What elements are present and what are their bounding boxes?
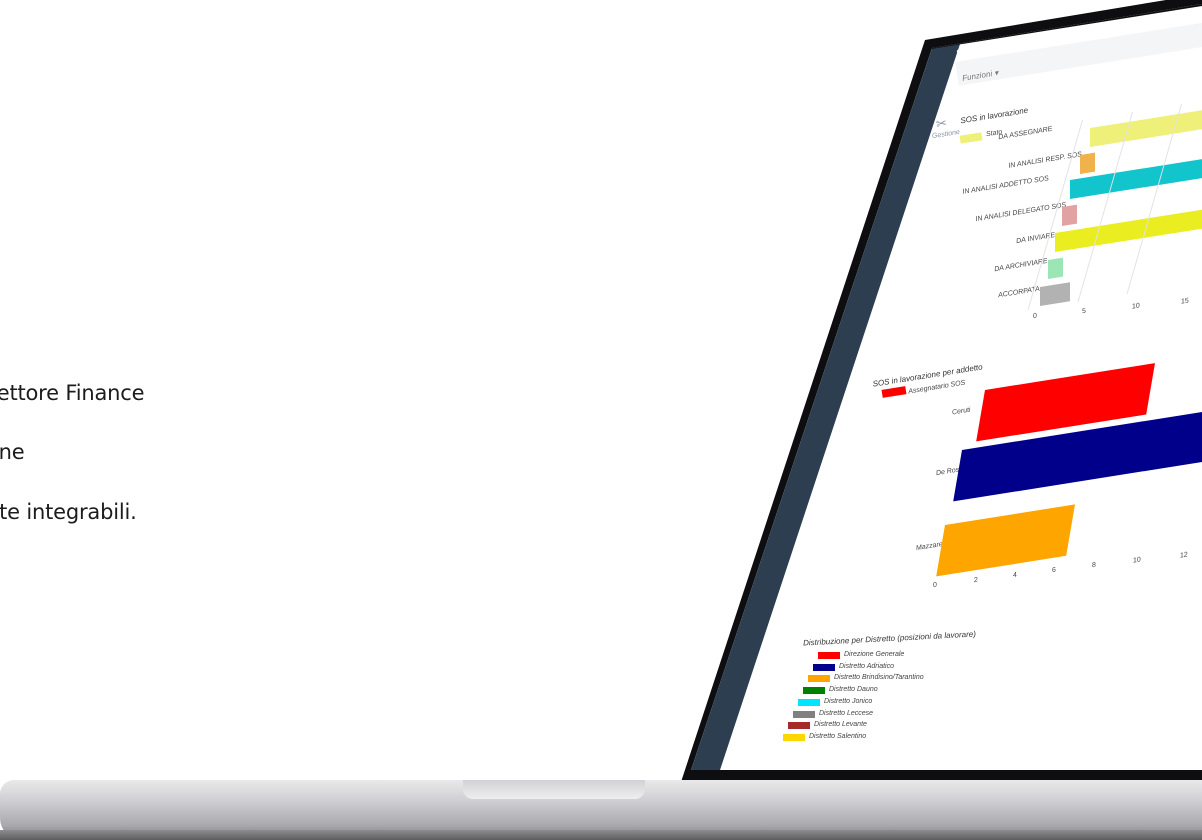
chart1-bar	[1080, 152, 1095, 174]
chart1-tick-label: 0	[1032, 312, 1038, 321]
menu-item-edit[interactable]: Edit	[1019, 35, 1040, 50]
chart2-tick-label: 12	[1179, 551, 1189, 560]
sidebar-gestione-label[interactable]: Gestione	[932, 129, 961, 140]
chart2-legend-swatch	[881, 386, 907, 398]
chart2-tick-label: 4	[1012, 571, 1018, 580]
chart1-title: SOS in lavorazione	[959, 105, 1029, 126]
chart1-legend-swatch	[959, 132, 983, 144]
laptop-screen: Safari File Edit View History Bookmarks De Fun…	[691, 4, 1202, 770]
chart2-tick-label: 2	[973, 576, 979, 585]
chart1-bar	[1062, 204, 1077, 226]
chart1-bar	[1090, 68, 1202, 147]
chart3-legend-label: Distretto Leccese	[819, 709, 874, 717]
chart3-legend-swatch	[798, 698, 820, 706]
chart1-category-label: IN ANALISI ADDETTO SOS	[961, 175, 1050, 196]
chart2-tick-label: 10	[1132, 556, 1142, 565]
chart3-legend-label: Distretto Salentino	[809, 732, 867, 740]
chart2-tick-label: 8	[1091, 561, 1097, 570]
chart2-category-label: Ceruti	[951, 406, 972, 417]
chart1-category-label: DA ASSEGNARE	[997, 125, 1053, 142]
menu-item-file[interactable]: File	[992, 39, 1011, 54]
chart3-legend-label: Direzione Generale	[844, 651, 905, 658]
chart3-legend-label: Distretto Adriatico	[839, 662, 894, 670]
chart2-legend-label: Assegnatario SOS	[907, 379, 966, 396]
marketing-line-1: settore Finance	[0, 381, 145, 405]
chart1-tick-label: 10	[1131, 302, 1141, 311]
chart2-tick-label: 0	[932, 581, 938, 590]
chart1-bar	[1048, 257, 1063, 279]
chart1-bar	[1040, 282, 1070, 306]
chart3-legend-label: Distretto Jonico	[824, 697, 873, 705]
chart3-legend-swatch	[818, 652, 840, 659]
chart3-legend-swatch	[808, 675, 830, 683]
laptop-base-edge	[0, 830, 1202, 840]
chart3-legend-swatch	[803, 687, 825, 695]
chart3-legend-swatch	[793, 710, 815, 718]
chart2-bar	[936, 504, 1075, 577]
chart3-legend-swatch	[788, 722, 810, 730]
chart3-legend-swatch	[813, 663, 835, 671]
chart3-legend-label: Distretto Dauno	[829, 686, 878, 694]
chart2-category-label: Mazzare	[915, 540, 944, 553]
chart1-tick-label: 15	[1180, 297, 1190, 306]
menu-item-de[interactable]: De	[1179, 11, 1195, 25]
marketing-line-2: one	[0, 440, 25, 464]
chart3-title: Distribuzione per Distretto (posizioni d…	[802, 629, 977, 648]
chart3-legend-label: Distretto Levante	[814, 721, 867, 729]
chart3-legend-swatch	[783, 733, 805, 741]
chart3-legend-label: Distretto Brindisino/Tarantino	[834, 674, 924, 682]
laptop-notch	[463, 780, 645, 799]
chart1-tick-label: 5	[1081, 307, 1087, 316]
chart2-tick-label: 6	[1051, 566, 1057, 575]
marketing-line-3: nte integrabili.	[0, 500, 137, 524]
